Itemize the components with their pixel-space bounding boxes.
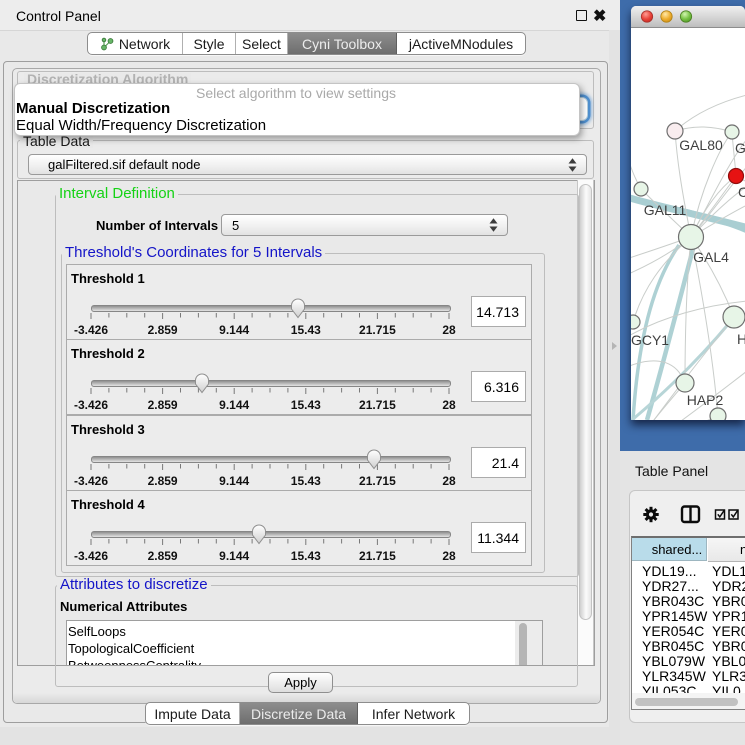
svg-text:GCY1: GCY1 [631,332,669,348]
svg-text:GAL4: GAL4 [693,249,729,265]
svg-text:HAP2: HAP2 [687,392,724,408]
svg-text:GAL11: GAL11 [644,202,687,218]
svg-text:GAL3: GAL3 [735,140,745,156]
svg-text:GAL80: GAL80 [679,137,723,153]
svg-text:CYC: CYC [738,184,745,200]
svg-text:HIS4: HIS4 [737,331,745,347]
